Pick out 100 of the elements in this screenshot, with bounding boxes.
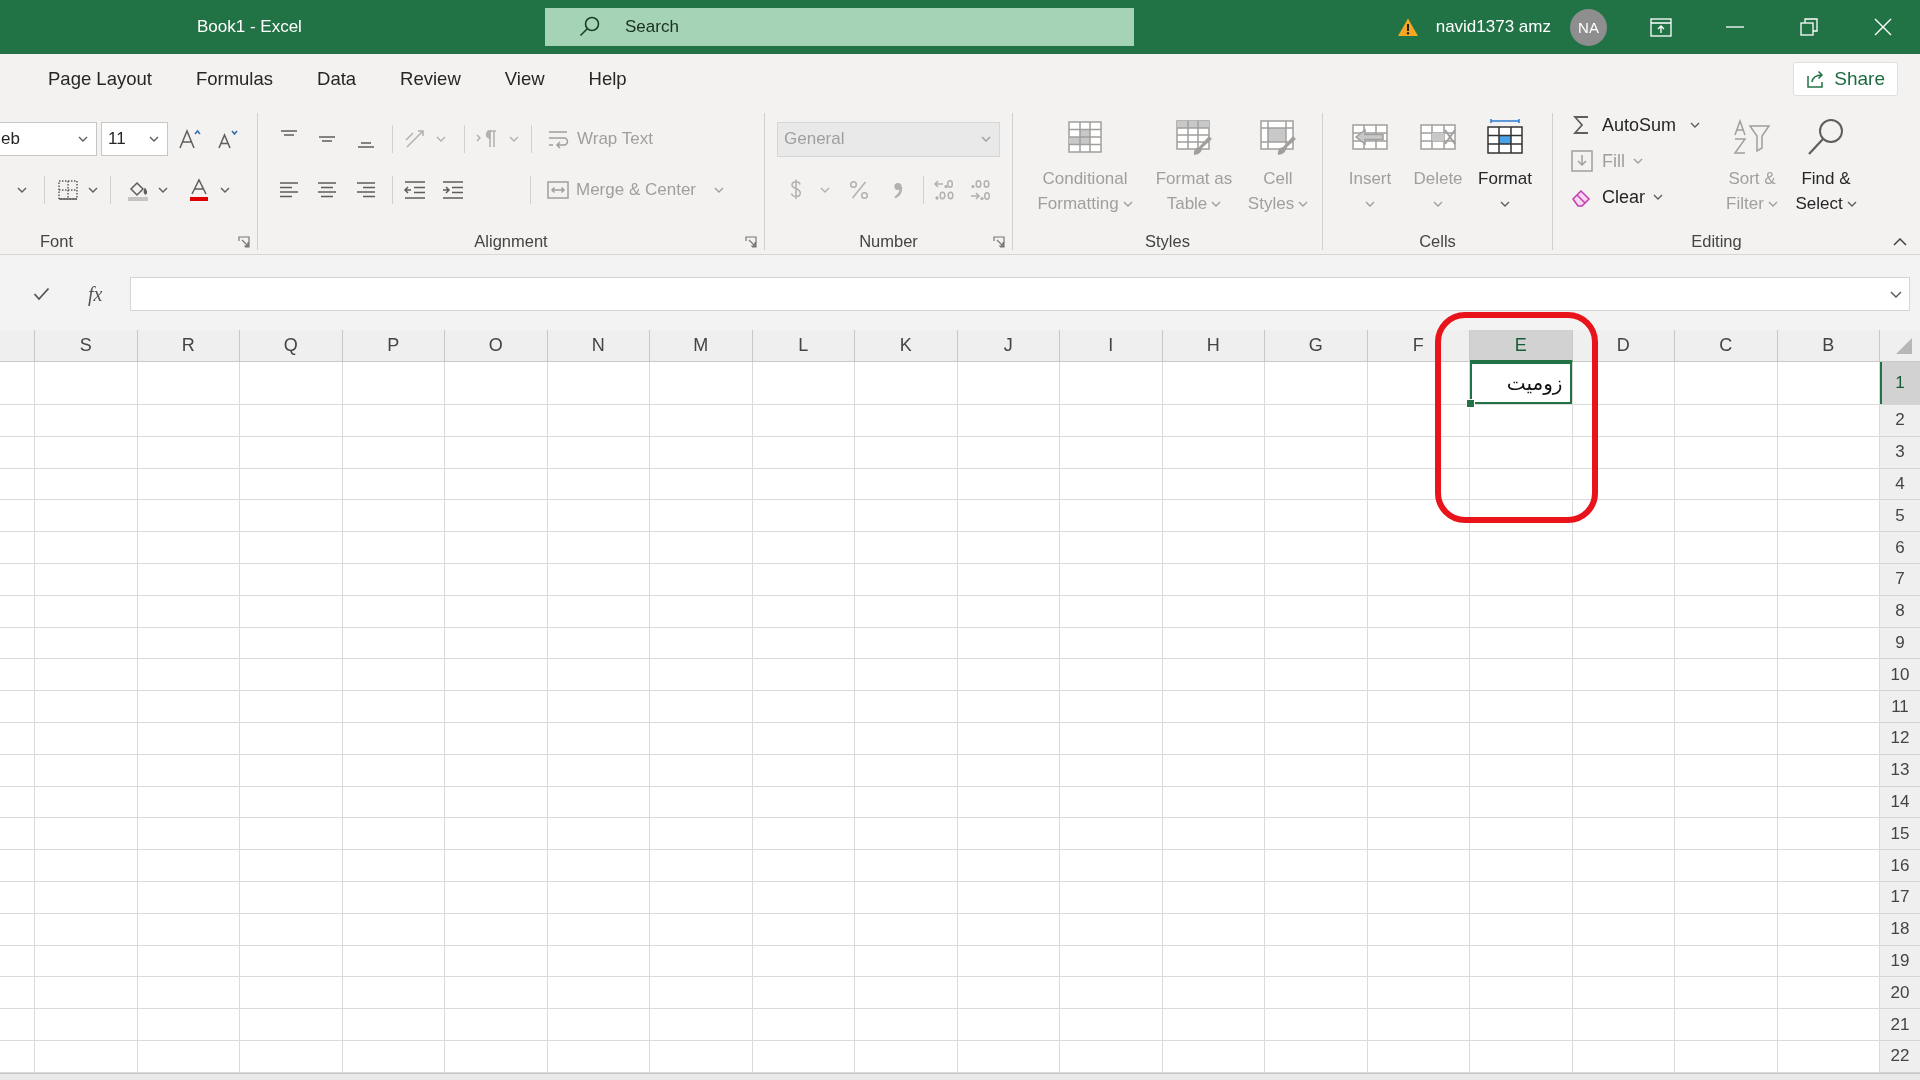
row-header[interactable]: 8	[1880, 595, 1920, 628]
check-icon[interactable]	[33, 287, 50, 301]
row-header[interactable]: 2	[1880, 405, 1920, 437]
row-header[interactable]: 20	[1880, 977, 1920, 1010]
column-header[interactable]: L	[752, 330, 855, 362]
row-header[interactable]: 1	[1880, 362, 1920, 405]
row-header[interactable]: 9	[1880, 627, 1920, 660]
group-label: Styles	[1145, 232, 1190, 251]
caret-icon	[714, 187, 724, 193]
row-header[interactable]: 4	[1880, 468, 1920, 501]
close-icon[interactable]	[1874, 18, 1892, 36]
caret-icon	[1122, 200, 1133, 207]
dialog-launcher-icon[interactable]	[745, 235, 757, 248]
ribbon-button[interactable]: Clear	[1566, 179, 1667, 215]
insert-function-button[interactable]: fx	[88, 282, 103, 306]
row-header[interactable]: 21	[1880, 1009, 1920, 1041]
increase-font-size-icon[interactable]	[178, 127, 202, 151]
restore-icon[interactable]	[1800, 18, 1818, 36]
column-header[interactable]: H	[1162, 330, 1265, 362]
select-all-icon	[1896, 338, 1912, 354]
search-field[interactable]: Search	[545, 8, 1134, 46]
expand-icon[interactable]	[1890, 290, 1902, 298]
caret-icon	[1298, 200, 1309, 207]
caret-icon	[1433, 200, 1443, 207]
caret-icon[interactable]	[158, 187, 168, 193]
borders-icon[interactable]	[56, 178, 80, 202]
formula-input[interactable]	[130, 277, 1910, 311]
sort-filter-icon	[1732, 117, 1772, 157]
row-header[interactable]: 18	[1880, 913, 1920, 946]
collapse-ribbon-icon[interactable]	[1893, 238, 1907, 246]
caret-icon	[78, 136, 88, 142]
column-header[interactable]: C	[1675, 330, 1778, 362]
row-header[interactable]: 17	[1880, 881, 1920, 914]
row-header[interactable]: 16	[1880, 850, 1920, 882]
font-color-icon[interactable]	[187, 178, 211, 202]
row-header[interactable]: 3	[1880, 436, 1920, 469]
caret-icon	[1365, 200, 1375, 207]
horizontal-scrollbar[interactable]	[0, 1073, 1920, 1080]
caret-icon	[149, 136, 159, 142]
row-header[interactable]: 5	[1880, 500, 1920, 533]
group-label: Editing	[1691, 232, 1742, 251]
column-header[interactable]: R	[137, 330, 240, 362]
ribbon-button[interactable]: Format	[1476, 115, 1534, 229]
column-header[interactable]: M	[650, 330, 753, 362]
ribbon-button[interactable]: Find & Select	[1793, 115, 1859, 229]
column-header[interactable]: N	[547, 330, 650, 362]
fill-handle-icon[interactable]	[1466, 399, 1475, 408]
share-button[interactable]: Share	[1793, 61, 1898, 96]
ribbon-tab[interactable]: View	[482, 59, 567, 98]
caret-icon	[1653, 194, 1663, 200]
row-header[interactable]: 13	[1880, 754, 1920, 787]
warning-icon[interactable]	[1396, 17, 1419, 37]
row-header[interactable]: 19	[1880, 945, 1920, 978]
column-header[interactable]: I	[1060, 330, 1163, 362]
search-icon	[1806, 117, 1846, 157]
row-header[interactable]: 12	[1880, 722, 1920, 755]
column-header[interactable]: F	[1367, 330, 1470, 362]
row-header[interactable]: 11	[1880, 691, 1920, 723]
column-header[interactable]: K	[855, 330, 958, 362]
row-header[interactable]: 14	[1880, 786, 1920, 819]
dialog-launcher-icon[interactable]	[238, 235, 250, 248]
caret-icon[interactable]	[220, 187, 230, 193]
increase-indent-icon[interactable]	[441, 178, 465, 202]
ribbon-tab[interactable]: Help	[566, 59, 649, 98]
cell-styles-icon	[1258, 117, 1298, 157]
caret-icon	[1500, 200, 1510, 207]
column-header[interactable]: P	[342, 330, 445, 362]
account-name[interactable]: navid1373 amz	[1435, 17, 1551, 37]
caret-icon[interactable]	[88, 187, 98, 193]
column-header[interactable]: J	[957, 330, 1060, 362]
column-header[interactable]: E	[1470, 330, 1573, 362]
ribbon-button[interactable]: AutoSum	[1566, 107, 1705, 143]
group-label: Alignment	[474, 232, 548, 251]
font-name-field[interactable]: eb	[0, 122, 97, 156]
active-cell[interactable]: زومیت	[1470, 362, 1573, 405]
format-cells-icon	[1485, 117, 1525, 157]
row-header[interactable]: 6	[1880, 532, 1920, 564]
decrease-indent-icon[interactable]	[403, 178, 427, 202]
caret-icon[interactable]	[17, 187, 27, 193]
font-size-field[interactable]: 11	[101, 122, 168, 156]
row-header[interactable]: 15	[1880, 818, 1920, 851]
group-label: Font	[40, 232, 74, 251]
column-header[interactable]: O	[445, 330, 548, 362]
row-header[interactable]: 7	[1880, 564, 1920, 596]
row-header[interactable]: 10	[1880, 659, 1920, 692]
ribbon-display-options-icon[interactable]	[1649, 16, 1673, 38]
ribbon-tab[interactable]: Review	[378, 59, 483, 98]
column-header[interactable]: G	[1265, 330, 1368, 362]
column-header[interactable]: B	[1777, 330, 1880, 362]
row-header[interactable]: 22	[1880, 1040, 1920, 1073]
column-header[interactable]: D	[1572, 330, 1675, 362]
ribbon-tab[interactable]: Data	[295, 59, 379, 98]
caret-icon	[981, 136, 991, 142]
group-label: Cells	[1419, 232, 1456, 251]
ribbon-tab[interactable]: Page Layout	[26, 59, 174, 98]
column-header[interactable]: S	[35, 330, 138, 362]
caret-icon	[1846, 200, 1857, 207]
column-header[interactable]: Q	[240, 330, 343, 362]
dialog-launcher-icon[interactable]	[993, 235, 1005, 248]
ribbon-tab[interactable]: Formulas	[173, 59, 295, 98]
